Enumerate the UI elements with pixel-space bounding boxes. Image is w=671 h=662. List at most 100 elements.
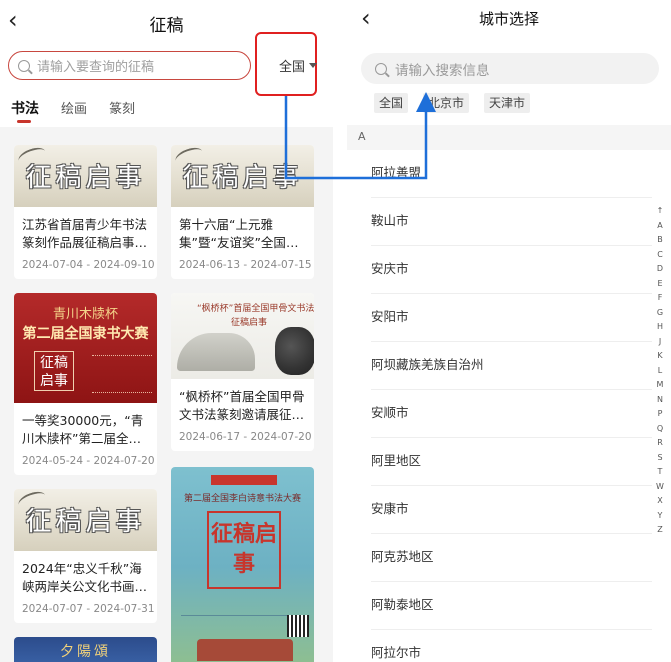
- alphabet-index[interactable]: ↑ A B C D E F G H J K L M N P Q R S T W X Y Z: [653, 204, 667, 538]
- search-placeholder: 请输入要查询的征稿: [37, 60, 155, 75]
- card-image: 青川木牍杯 第二届全国隶书大赛 征稿启事: [14, 293, 157, 403]
- left-screen: ‹ 征稿 请输入要查询的征稿 全国 书法 绘画 篆刻 征稿启事 江苏省首届青少年…: [0, 0, 333, 662]
- index-letter[interactable]: N: [653, 393, 667, 408]
- card-image: 征稿启事: [171, 145, 314, 207]
- banner-text: 夕陽頌: [60, 644, 111, 660]
- category-tabs: 书法 绘画 篆刻: [11, 98, 157, 123]
- caret-down-icon: [309, 63, 317, 68]
- city-search-input[interactable]: 请输入搜索信息: [361, 53, 659, 84]
- section-header: A: [347, 125, 671, 150]
- city-item[interactable]: 阿拉善盟: [371, 150, 652, 198]
- index-letter[interactable]: Y: [653, 509, 667, 524]
- card-title: “枫桥杯”首届全国甲骨文书法篆刻邀请展征稿…: [179, 389, 305, 422]
- index-letter[interactable]: B: [653, 233, 667, 248]
- index-letter[interactable]: X: [653, 494, 667, 509]
- city-item[interactable]: 安康市: [371, 486, 652, 534]
- city-item[interactable]: 鞍山市: [371, 198, 652, 246]
- index-letter[interactable]: R: [653, 436, 667, 451]
- city-item[interactable]: 阿克苏地区: [371, 534, 652, 582]
- seal-text: 征稿启事: [34, 351, 74, 391]
- card-image: 第二届全国李白诗意书法大赛 征稿启事: [171, 467, 314, 662]
- mountain-illustration: [177, 333, 255, 371]
- poster-gate-illustration: [197, 639, 293, 661]
- index-letter[interactable]: M: [653, 378, 667, 393]
- oracle-bone-illustration: [275, 327, 314, 375]
- city-list: 阿拉善盟 鞍山市 安庆市 安阳市 阿坝藏族羌族自治州 安顺市 阿里地区 安康市 …: [347, 150, 652, 662]
- index-letter[interactable]: A: [653, 219, 667, 234]
- index-letter[interactable]: H: [653, 320, 667, 335]
- index-letter[interactable]: P: [653, 407, 667, 422]
- city-item[interactable]: 阿里地区: [371, 438, 652, 486]
- card-dates: 2024-05-24 - 2024-07-20: [22, 455, 155, 467]
- list-item[interactable]: 第二届全国李白诗意书法大赛 征稿启事: [171, 467, 314, 662]
- tab-seal-carving[interactable]: 篆刻: [109, 98, 135, 118]
- qr-code-icon: [287, 615, 309, 637]
- search-icon: [18, 59, 30, 72]
- index-letter[interactable]: W: [653, 480, 667, 495]
- list-item[interactable]: 征稿启事 2024年“忠义千秋”海峡两岸关公文化书画展… 2024-07-07 …: [14, 489, 157, 623]
- chip-nationwide[interactable]: 全国: [374, 93, 409, 113]
- city-item[interactable]: 阿坝藏族羌族自治州: [371, 342, 652, 390]
- card-title: 江苏省首届青少年书法篆刻作品展征稿启事（2…: [22, 217, 148, 250]
- list-item[interactable]: 青川木牍杯 第二届全国隶书大赛 征稿启事 一等奖30000元，“青川木牍杯”第二…: [14, 293, 157, 475]
- search-input[interactable]: 请输入要查询的征稿: [8, 51, 251, 80]
- card-image: 征稿启事: [14, 145, 157, 207]
- index-letter[interactable]: L: [653, 364, 667, 379]
- banner-text: 征稿启事: [25, 507, 146, 537]
- city-item[interactable]: 阿拉尔市: [371, 630, 652, 662]
- city-item[interactable]: 阿勒泰地区: [371, 582, 652, 630]
- tab-calligraphy[interactable]: 书法: [11, 98, 39, 123]
- banner-text: “枫桥杯”首届全国甲骨文书法篆刻邀请展: [197, 304, 314, 314]
- card-dates: 2024-06-13 - 2024-07-15: [179, 259, 312, 271]
- city-item[interactable]: 安庆市: [371, 246, 652, 294]
- card-image: 夕陽頌: [14, 637, 157, 662]
- right-screen: ‹ 城市选择 请输入搜索信息 全国 北京市 天津市 A 阿拉善盟 鞍山市 安庆市…: [347, 0, 671, 662]
- index-letter[interactable]: E: [653, 277, 667, 292]
- index-letter[interactable]: C: [653, 248, 667, 263]
- card-dates: 2024-06-17 - 2024-07-20: [179, 431, 312, 443]
- submission-feed: 征稿启事 江苏省首届青少年书法篆刻作品展征稿启事（2… 2024-07-04 -…: [0, 127, 333, 662]
- decoration-lines: [92, 355, 152, 393]
- card-title: 一等奖30000元，“青川木牍杯”第二届全国隶…: [22, 413, 144, 446]
- banner-text: 青川木牍杯: [52, 307, 118, 322]
- search-placeholder: 请输入搜索信息: [395, 62, 490, 79]
- banner-subtitle: 征稿启事: [231, 318, 268, 328]
- index-letter[interactable]: F: [653, 291, 667, 306]
- city-item[interactable]: 安阳市: [371, 294, 652, 342]
- list-item[interactable]: 征稿启事 江苏省首届青少年书法篆刻作品展征稿启事（2… 2024-07-04 -…: [14, 145, 157, 279]
- card-title: 第十六届“上元雅集”暨“友谊奖”全国书法作…: [179, 217, 299, 250]
- card-dates: 2024-07-04 - 2024-09-10: [22, 259, 155, 271]
- quick-city-chips: 全国 北京市 天津市: [374, 93, 545, 113]
- card-dates: 2024-07-07 - 2024-07-31: [22, 603, 155, 615]
- search-icon: [375, 62, 387, 75]
- index-letter[interactable]: D: [653, 262, 667, 277]
- poster-ribbon: [211, 475, 277, 485]
- region-selector-label[interactable]: 全国: [279, 56, 305, 75]
- index-letter[interactable]: Z: [653, 523, 667, 538]
- list-item[interactable]: 夕陽頌: [14, 637, 157, 662]
- tab-painting[interactable]: 绘画: [61, 98, 87, 118]
- banner-subtitle: 第二届全国隶书大赛: [22, 326, 149, 342]
- index-letter[interactable]: G: [653, 306, 667, 321]
- index-letter[interactable]: S: [653, 451, 667, 466]
- card-title: 2024年“忠义千秋”海峡两岸关公文化书画展…: [22, 561, 142, 594]
- poster-title: 第二届全国李白诗意书法大赛: [183, 494, 301, 504]
- banner-text: 征稿启事: [25, 163, 146, 193]
- page-title: 城市选择: [478, 10, 539, 28]
- banner-text: 征稿启事: [182, 163, 303, 193]
- card-image: 征稿启事: [14, 489, 157, 551]
- index-letter[interactable]: T: [653, 465, 667, 480]
- index-letter[interactable]: K: [653, 349, 667, 364]
- region-highlight-box[interactable]: 全国: [255, 32, 317, 96]
- chip-tianjin[interactable]: 天津市: [484, 93, 531, 113]
- list-item[interactable]: “枫桥杯”首届全国甲骨文书法篆刻邀请展 征稿启事 “枫桥杯”首届全国甲骨文书法篆…: [171, 293, 314, 451]
- index-letter[interactable]: ↑: [653, 204, 667, 219]
- index-letter[interactable]: Q: [653, 422, 667, 437]
- list-item[interactable]: 征稿启事 第十六届“上元雅集”暨“友谊奖”全国书法作… 2024-06-13 -…: [171, 145, 314, 279]
- chip-beijing[interactable]: 北京市: [423, 93, 470, 113]
- index-letter[interactable]: J: [653, 335, 667, 350]
- header-bar: ‹ 城市选择: [347, 0, 671, 40]
- section-letter: A: [358, 130, 366, 143]
- poster-heading: 征稿启事: [207, 511, 281, 589]
- city-item[interactable]: 安顺市: [371, 390, 652, 438]
